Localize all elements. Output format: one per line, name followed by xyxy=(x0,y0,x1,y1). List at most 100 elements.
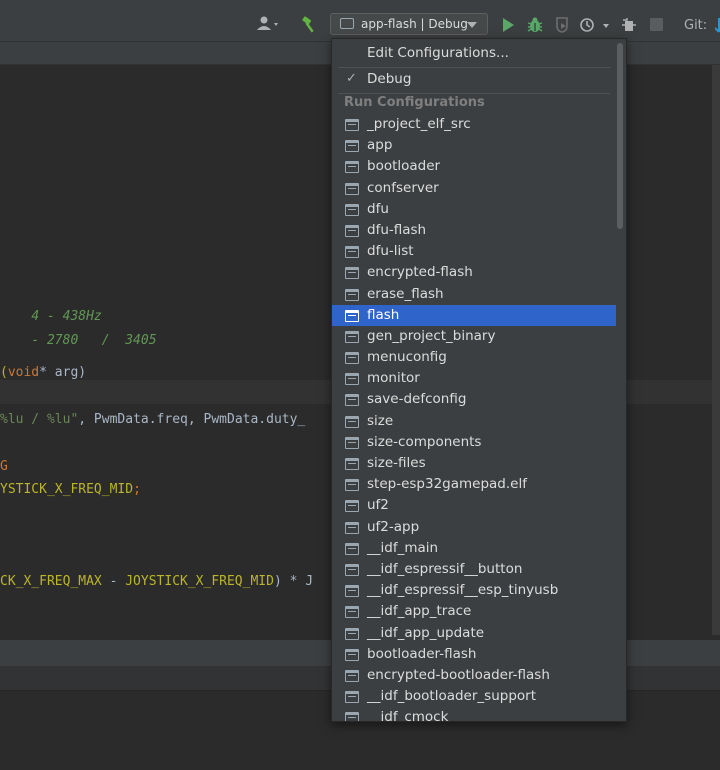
run-config-label: __idf_espressif__button xyxy=(367,560,523,577)
run-configurations-list: _project_elf_srcapp bootloader confserver d… xyxy=(332,114,616,721)
run-config-item[interactable]: __idf_main xyxy=(332,538,616,559)
run-with-coverage-icon[interactable] xyxy=(554,17,570,37)
run-config-icon xyxy=(345,161,359,174)
run-config-label: __idf_bootloader_support xyxy=(367,688,536,705)
run-config-item[interactable]: save-defconfig xyxy=(332,389,616,410)
run-config-item[interactable]: __idf_app_update xyxy=(332,623,616,644)
run-config-item[interactable]: uf2 xyxy=(332,495,616,516)
run-config-label: erase_flash xyxy=(367,285,444,302)
run-config-label: _project_elf_src xyxy=(367,116,471,132)
stop-icon[interactable] xyxy=(650,18,663,35)
run-configuration-selector[interactable]: app-flash | Debug xyxy=(330,13,488,35)
code-line: G xyxy=(0,459,8,474)
user-icon[interactable] xyxy=(256,15,280,35)
run-config-item[interactable]: app xyxy=(332,135,616,156)
run-config-item[interactable]: erase_flash xyxy=(332,284,616,305)
run-config-label: __idf_app_update xyxy=(367,624,485,641)
run-config-item[interactable]: bootloader-flash xyxy=(332,644,616,665)
run-config-icon xyxy=(345,669,359,682)
run-config-label: save-defconfig xyxy=(367,391,467,408)
build-hammer-icon[interactable] xyxy=(300,16,318,38)
code-line: (void* arg) xyxy=(0,365,87,380)
run-config-item[interactable]: dfu xyxy=(332,199,616,220)
edit-configurations-item[interactable]: Edit Configurations... xyxy=(367,45,509,61)
run-config-item[interactable]: encrypted-flash xyxy=(332,262,616,283)
run-config-label: flash xyxy=(367,306,400,323)
chevron-down-icon xyxy=(467,22,477,28)
run-config-item[interactable]: menuconfig xyxy=(332,347,616,368)
run-config-icon xyxy=(345,712,359,721)
run-config-label: encrypted-bootloader-flash xyxy=(367,666,550,683)
run-configurations-popup: Edit Configurations... ✓ Debug Run Confi… xyxy=(331,38,627,722)
debug-bug-icon[interactable] xyxy=(526,16,544,38)
run-config-icon xyxy=(345,458,359,470)
run-config-label: __idf_espressif__esp_tinyusb xyxy=(367,582,559,599)
run-config-label: size xyxy=(367,412,394,429)
run-config-icon xyxy=(345,119,359,131)
run-config-icon xyxy=(345,309,359,322)
git-label: Git: xyxy=(684,18,708,33)
run-config-label: confserver xyxy=(367,179,439,196)
run-config-icon xyxy=(345,182,359,195)
attach-debugger-icon[interactable] xyxy=(621,17,637,37)
editor-scrollbar[interactable] xyxy=(712,65,720,635)
run-config-icon xyxy=(345,288,359,301)
run-config-item[interactable]: uf2-app xyxy=(332,517,616,538)
run-config-item[interactable]: __idf_cmock xyxy=(332,707,616,721)
run-config-icon xyxy=(345,267,359,280)
run-config-icon xyxy=(345,373,359,386)
check-icon: ✓ xyxy=(346,71,357,86)
run-config-item[interactable]: gen_project_binary xyxy=(332,326,616,347)
title-strip xyxy=(0,0,720,9)
run-config-label: size-components xyxy=(367,433,482,450)
run-config-item[interactable]: encrypted-bootloader-flash xyxy=(332,665,616,686)
run-config-icon xyxy=(345,563,359,576)
run-config-icon xyxy=(345,648,359,661)
run-config-item[interactable]: __idf_espressif__button xyxy=(332,559,616,580)
run-config-item[interactable]: __idf_app_trace xyxy=(332,601,616,622)
run-config-item[interactable]: __idf_bootloader_support xyxy=(332,686,616,707)
run-config-item[interactable]: size-files xyxy=(332,453,616,474)
run-config-item[interactable]: dfu-flash xyxy=(332,220,616,241)
code-line: %lu / %lu", PwmData.freq, PwmData.duty_ xyxy=(0,412,306,427)
run-config-icon xyxy=(345,330,359,343)
run-config-item[interactable]: __idf_espressif__esp_tinyusb xyxy=(332,580,616,601)
run-config-icon xyxy=(345,542,359,555)
git-update-icon[interactable] xyxy=(714,17,720,37)
run-config-label: gen_project_binary xyxy=(367,327,496,344)
run-config-item[interactable]: confserver xyxy=(332,178,616,199)
run-config-label: encrypted-flash xyxy=(367,264,473,281)
run-config-label: menuconfig xyxy=(367,349,447,366)
run-config-icon xyxy=(345,627,359,640)
run-config-item[interactable]: dfu-list xyxy=(332,241,616,262)
code-line: YSTICK_X_FREQ_MID; xyxy=(0,482,141,497)
run-config-label: monitor xyxy=(367,370,420,387)
run-config-item[interactable]: bootloader xyxy=(332,156,616,177)
run-configurations-header: Run Configurations xyxy=(344,95,485,110)
run-config-label: bootloader-flash xyxy=(367,645,477,662)
run-configuration-label: app-flash | Debug xyxy=(361,17,468,31)
run-config-label: bootloader xyxy=(367,158,441,175)
run-config-item[interactable]: monitor xyxy=(332,368,616,389)
profiler-icon[interactable] xyxy=(579,17,611,37)
run-config-icon xyxy=(345,691,359,704)
run-config-label: size-files xyxy=(367,455,426,471)
run-config-icon xyxy=(340,18,354,29)
run-config-item[interactable]: flash xyxy=(332,304,616,326)
run-config-icon xyxy=(345,224,359,237)
run-config-item[interactable]: size-components xyxy=(332,432,616,453)
run-config-icon xyxy=(345,415,359,428)
debug-item[interactable]: Debug xyxy=(367,71,411,87)
run-config-item[interactable]: size xyxy=(332,411,616,432)
run-config-label: __idf_app_trace xyxy=(367,603,472,620)
run-config-icon xyxy=(345,479,359,492)
run-icon[interactable] xyxy=(501,17,515,37)
run-config-icon xyxy=(345,436,359,449)
popup-scrollbar[interactable] xyxy=(617,43,623,229)
run-config-label: dfu-flash xyxy=(367,221,427,238)
run-config-label: __idf_main xyxy=(367,539,439,556)
run-config-label: dfu xyxy=(367,200,389,217)
run-config-icon xyxy=(345,394,359,407)
run-config-item[interactable]: _project_elf_src xyxy=(332,114,616,135)
run-config-item[interactable]: step-esp32gamepad.elf xyxy=(332,474,616,495)
